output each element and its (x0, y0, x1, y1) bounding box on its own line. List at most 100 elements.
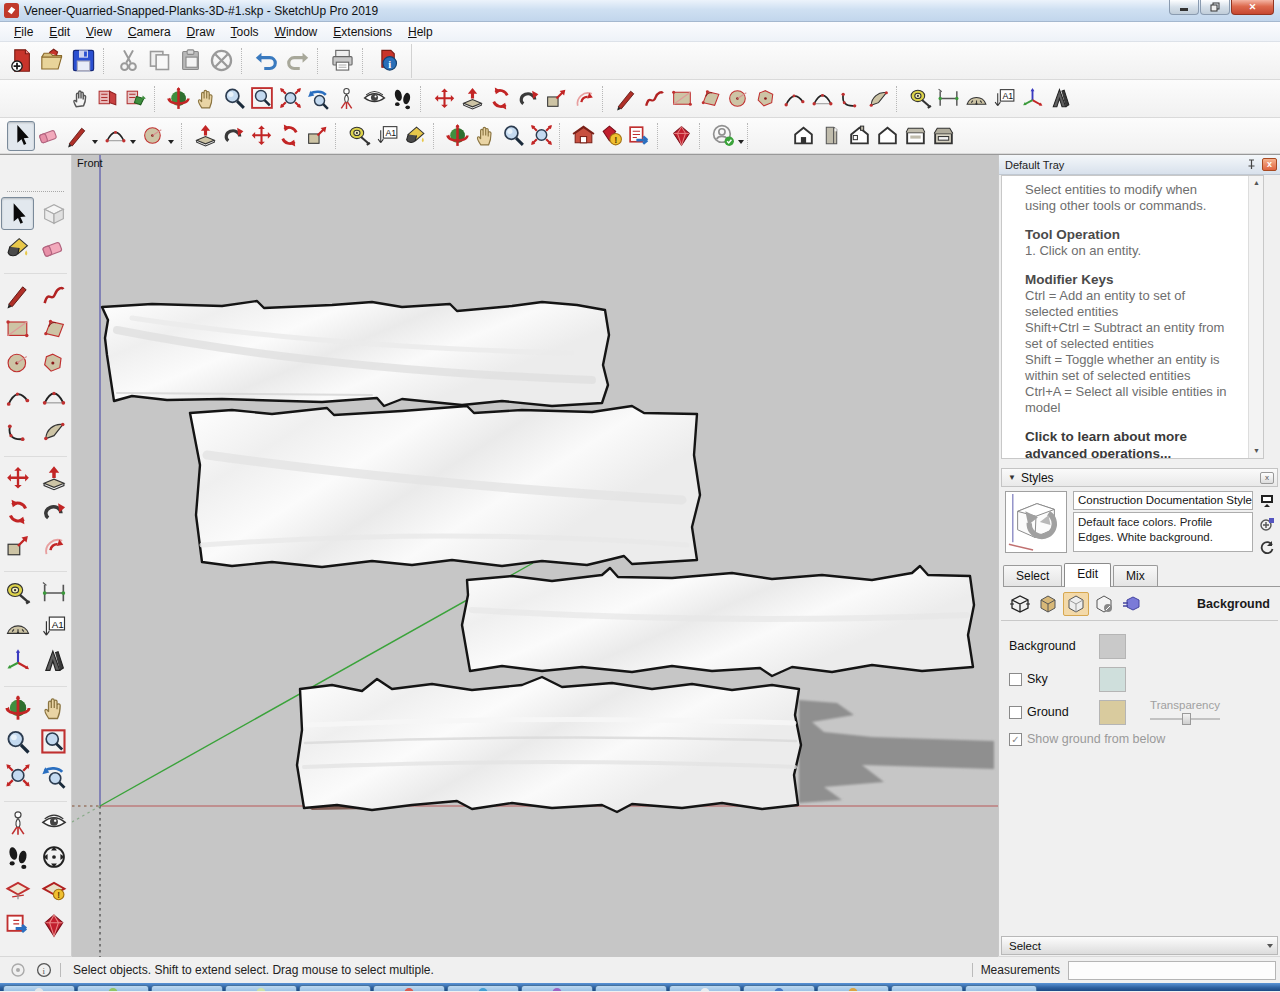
tab-edit[interactable]: Edit (1064, 563, 1111, 587)
menu-view[interactable]: View (78, 23, 120, 41)
undo-icon[interactable] (251, 46, 282, 76)
freehand-icon[interactable] (640, 84, 668, 114)
axes-icon[interactable] (1018, 84, 1046, 114)
rect-icon[interactable] (668, 84, 696, 114)
protractor-icon[interactable] (962, 84, 990, 114)
advanced-operations-link[interactable]: Click to learn about more advanced opera… (1025, 428, 1229, 459)
windows-taskbar[interactable] (0, 983, 1280, 991)
taskbar-button[interactable] (669, 985, 741, 991)
protractor-icon[interactable] (1, 610, 34, 643)
walk-icon[interactable] (1, 840, 34, 873)
component-icon[interactable] (37, 197, 70, 230)
orbit-icon[interactable] (443, 121, 471, 151)
menu-camera[interactable]: Camera (120, 23, 179, 41)
circletool-icon[interactable] (724, 84, 752, 114)
select-icon[interactable] (7, 121, 35, 151)
zoomwin-icon[interactable] (248, 84, 276, 114)
taskbar-button[interactable] (373, 985, 445, 991)
modelinfo-icon[interactable]: i (372, 46, 403, 76)
paint-icon[interactable] (1, 231, 34, 264)
taskbar-button[interactable] (817, 985, 889, 991)
move-icon[interactable] (247, 121, 275, 151)
pushpull-icon[interactable] (37, 461, 70, 494)
dropdown-arrow-icon[interactable] (738, 140, 744, 144)
rotate-icon[interactable] (486, 84, 514, 114)
new-icon[interactable] (6, 46, 37, 76)
zoomext-icon[interactable] (527, 121, 555, 151)
house4-icon[interactable] (901, 121, 929, 151)
menu-extensions[interactable]: Extensions (325, 23, 400, 41)
paste-icon[interactable] (175, 46, 206, 76)
paint-icon[interactable] (401, 121, 429, 151)
watermark-settings-icon[interactable] (1091, 592, 1117, 616)
menu-draw[interactable]: Draw (179, 23, 223, 41)
gem-icon[interactable] (37, 908, 70, 941)
axes-icon[interactable] (1, 644, 34, 677)
pan-icon[interactable] (192, 84, 220, 114)
pie-icon[interactable] (864, 84, 892, 114)
zoomext-icon[interactable] (276, 84, 304, 114)
wh3-icon[interactable] (625, 121, 653, 151)
line-icon[interactable] (612, 84, 640, 114)
taskbar-button[interactable] (3, 985, 75, 991)
select-icon[interactable] (1, 197, 34, 230)
poscam-icon[interactable] (1, 806, 34, 839)
line-icon[interactable] (63, 121, 91, 151)
background-swatch[interactable] (1099, 634, 1126, 659)
sky-checkbox[interactable] (1009, 673, 1022, 686)
pie-icon[interactable] (37, 414, 70, 447)
move-icon[interactable] (430, 84, 458, 114)
style-name-field[interactable]: Construction Documentation Style (1073, 491, 1253, 510)
tray-close-icon[interactable]: x (1262, 158, 1277, 171)
taskbar-button[interactable] (77, 985, 149, 991)
walk-icon[interactable] (388, 84, 416, 114)
dim-icon[interactable] (934, 84, 962, 114)
rotrect-icon[interactable] (696, 84, 724, 114)
taskbar-button[interactable] (299, 985, 371, 991)
scroll-down-icon[interactable]: ▼ (1249, 444, 1264, 458)
zoomprev-icon[interactable] (304, 84, 332, 114)
account-icon[interactable] (709, 121, 737, 151)
pushpull-icon[interactable] (458, 84, 486, 114)
instructor-scrollbar[interactable]: ▲ ▼ (1248, 176, 1263, 458)
turn-icon[interactable] (37, 840, 70, 873)
style-thumbnail[interactable] (1005, 491, 1067, 553)
zoom-icon[interactable] (499, 121, 527, 151)
taskbar-button[interactable] (447, 985, 519, 991)
eraser-icon[interactable] (37, 231, 70, 264)
cut-icon[interactable] (113, 46, 144, 76)
plank-4[interactable] (297, 677, 801, 812)
look-icon[interactable] (37, 806, 70, 839)
house1-icon[interactable] (789, 121, 817, 151)
dropdown-arrow-icon[interactable] (168, 140, 174, 144)
taskbar-button[interactable] (151, 985, 223, 991)
styles-section-header[interactable]: ▼ Styles x (1001, 468, 1278, 487)
background-settings-icon[interactable] (1063, 592, 1089, 616)
copy-icon[interactable] (144, 46, 175, 76)
followme-icon[interactable] (219, 121, 247, 151)
zoomwin-icon[interactable] (37, 725, 70, 758)
arc2-icon[interactable] (808, 84, 836, 114)
circletool-icon[interactable] (1, 346, 34, 379)
show-ground-checkbox[interactable]: ✓ (1009, 733, 1022, 746)
minimize-button[interactable] (1169, 0, 1199, 15)
arc-icon[interactable] (780, 84, 808, 114)
handtool-icon[interactable] (66, 84, 94, 114)
orbit-icon[interactable] (1, 691, 34, 724)
scale-icon[interactable] (1, 529, 34, 562)
edge-settings-icon[interactable] (1007, 592, 1033, 616)
redo-icon[interactable] (282, 46, 313, 76)
offset-icon[interactable] (37, 529, 70, 562)
move-icon[interactable] (1, 461, 34, 494)
zoomext-icon[interactable] (1, 759, 34, 792)
erase-x-icon[interactable] (206, 46, 237, 76)
taskbar-button[interactable] (521, 985, 593, 991)
restore-button[interactable] (1200, 0, 1230, 15)
arc3-icon[interactable] (836, 84, 864, 114)
line-icon[interactable] (1, 278, 34, 311)
model-canvas[interactable]: Front (72, 155, 998, 957)
pushpull-icon[interactable] (191, 121, 219, 151)
print-icon[interactable] (327, 46, 358, 76)
freehand-icon[interactable] (37, 278, 70, 311)
ground-checkbox[interactable] (1009, 706, 1022, 719)
